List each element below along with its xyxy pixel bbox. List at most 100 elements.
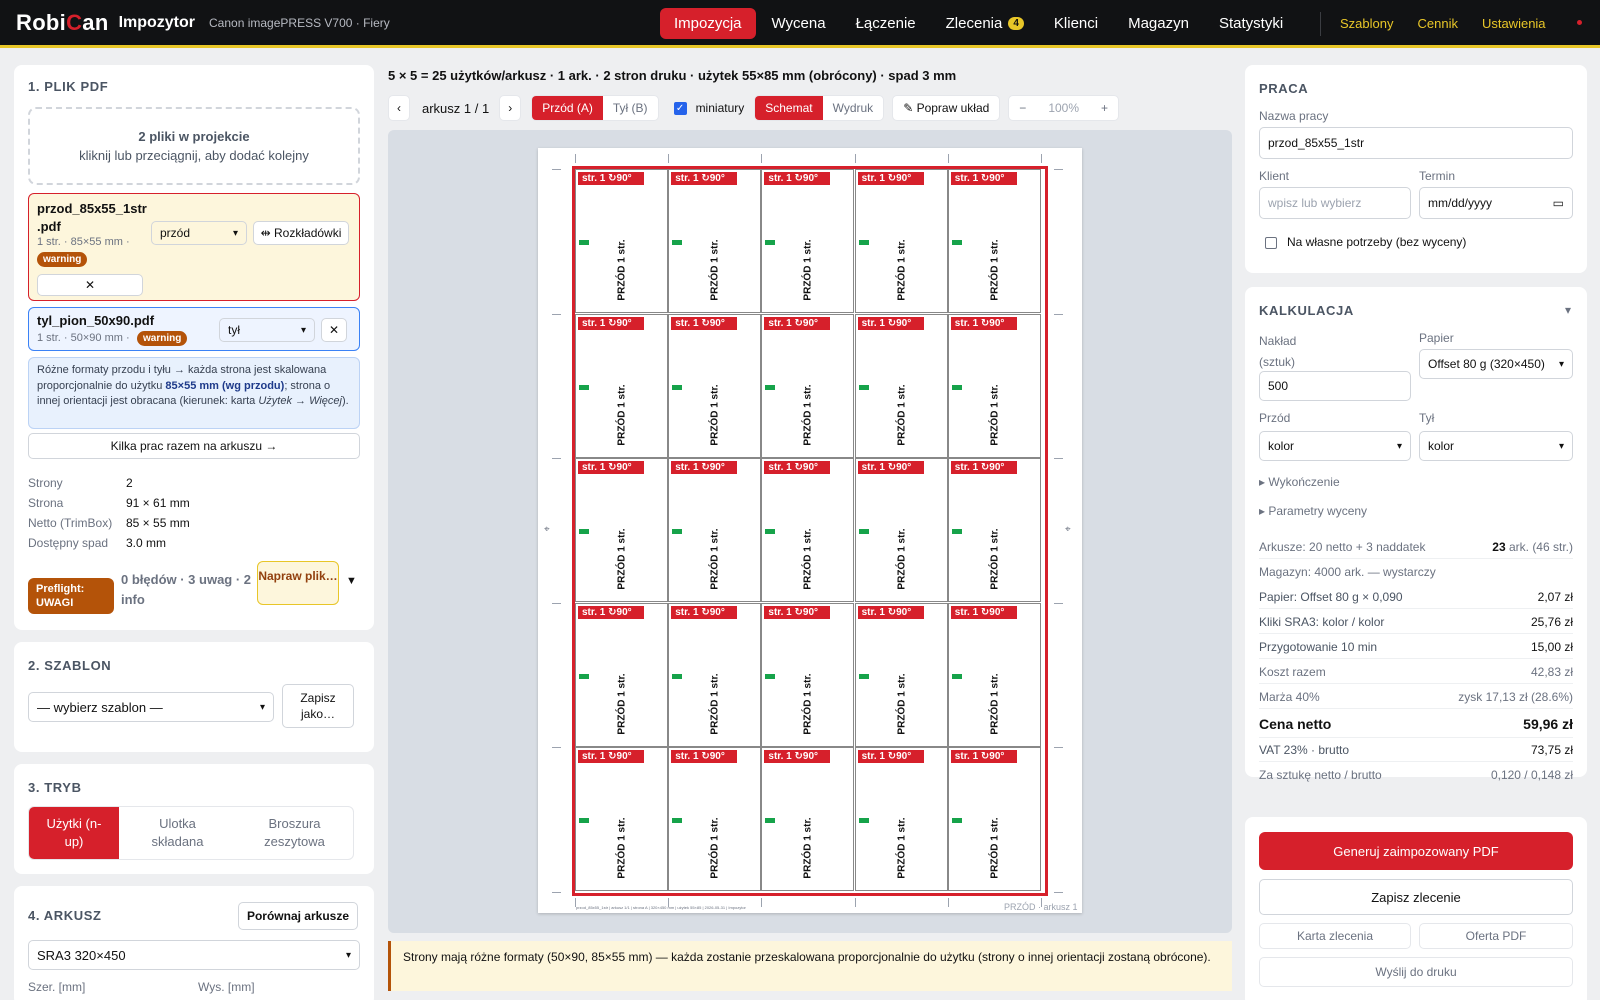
chevron-down-icon[interactable]: ▼ [346, 575, 357, 587]
unit-price-row: Za sztukę netto / brutto 0,120 / 0,148 zł [1259, 768, 1573, 782]
thumbnails-label: miniatury [695, 101, 745, 115]
back-color-value: kolor [1428, 439, 1455, 453]
cost-row: Papier: Offset 80 g × 0,090 2,07 zł [1259, 585, 1573, 609]
remove-file-button[interactable]: ✕ [37, 274, 143, 296]
back-color-select[interactable]: kolor ▾ [1419, 431, 1573, 461]
crop-mark [761, 898, 763, 907]
nav-impozycja[interactable]: Impozycja [660, 8, 756, 39]
job-card-button[interactable]: Karta zlecenia [1259, 923, 1411, 949]
fix-file-button[interactable]: Napraw plik… [257, 561, 339, 605]
cost-row: Koszt razem 42,83 zł [1259, 660, 1573, 684]
crop-mark [552, 602, 561, 604]
zoom-control: − 100% + [1008, 95, 1120, 121]
view-toggle: Schemat Wydruk [754, 95, 885, 121]
job-name-input[interactable]: przod_85x55_1str [1259, 127, 1573, 159]
file-side-select[interactable]: przód ▾ [151, 221, 247, 245]
width-label: Szer. [mm] [28, 980, 86, 994]
nav-ustawienia[interactable]: Ustawienia [1482, 16, 1546, 31]
mode-selector: Użytki (n-up) Ulotka składana Broszura z… [28, 806, 354, 860]
calculation-panel: KALKULACJA ▾ Nakład (sztuk) 500 Papier Of… [1245, 287, 1587, 782]
deadline-label: Termin [1419, 169, 1456, 183]
calendar-icon[interactable]: ▭ [1553, 196, 1564, 210]
section-title-szablon: 2. SZABLON [28, 658, 112, 673]
generate-pdf-button[interactable]: Generuj zaimpozowany PDF [1259, 832, 1573, 870]
logo[interactable]: RobiCan Impozytor Canon imagePRESS V700 … [16, 10, 390, 36]
nav-klienci[interactable]: Klienci [1040, 8, 1112, 39]
status-dot-icon [1577, 20, 1582, 25]
paper-label: Papier [1419, 331, 1454, 345]
save-order-button[interactable]: Zapisz zlecenie [1259, 879, 1573, 915]
offer-pdf-button[interactable]: Oferta PDF [1419, 923, 1573, 949]
nav-szablony[interactable]: Szablony [1340, 16, 1393, 31]
chevron-down-icon: ▾ [300, 324, 306, 336]
nav-statystyki[interactable]: Statystyki [1205, 8, 1297, 39]
file-item-front: przod_85x55_1str .pdf 1 str. · 85×55 mm ·… [28, 193, 360, 301]
finishing-toggle[interactable]: ▸ Wykończenie [1259, 475, 1340, 489]
nav-laczenie[interactable]: Łączenie [842, 8, 930, 39]
crop-mark [1054, 602, 1063, 604]
pricing-params-toggle[interactable]: ▸ Parametry wyceny [1259, 504, 1367, 518]
nav-divider [1320, 12, 1321, 36]
mode-nup[interactable]: Użytki (n-up) [29, 807, 119, 859]
finishing-label: Wykończenie [1268, 475, 1340, 489]
crop-mark [552, 169, 561, 170]
side-front-tab[interactable]: Przód (A) [532, 96, 603, 120]
preflight-summary: 0 błędów · 3 uwag · 2 info [121, 572, 252, 607]
own-use-label: Na własne potrzeby (bez wyceny) [1287, 235, 1467, 249]
save-template-button[interactable]: Zapisz jako… [282, 684, 354, 728]
remove-file-button[interactable]: ✕ [321, 318, 347, 342]
nav-magazyn[interactable]: Magazyn [1114, 8, 1203, 39]
deadline-input[interactable]: mm/dd/yyyy ▭ [1419, 187, 1573, 219]
sheet-size-select[interactable]: SRA3 320×450 ▾ [28, 940, 360, 970]
nav-zlecenia[interactable]: Zlecenia 4 [932, 8, 1038, 39]
preview-toolbar: ‹ arkusz 1 / 1 › Przód (A) Tył (B) ✓ min… [388, 95, 1120, 121]
multi-job-button[interactable]: Kilka prac razem na arkuszu → [28, 433, 360, 459]
crop-mark [947, 154, 949, 163]
chevron-down-icon: ▾ [232, 227, 238, 239]
zoom-in-button[interactable]: + [1091, 96, 1118, 120]
height-label: Wys. [mm] [198, 980, 255, 994]
checkbox-checked-icon[interactable]: ✓ [673, 101, 687, 115]
own-use-checkbox[interactable] [1265, 237, 1277, 249]
mode-leaflet[interactable]: Ulotka składana [119, 807, 236, 859]
file-item-back: tyl_pion_50x90.pdf 1 str. · 50×90 mm · w… [28, 307, 360, 351]
mode-panel: 3. TRYB Użytki (n-up) Ulotka składana Br… [14, 764, 374, 874]
crop-mark [1054, 313, 1063, 315]
fix-layout-button[interactable]: ✎ Popraw układ [892, 95, 1001, 121]
client-input[interactable]: wpisz lub wybierz [1259, 187, 1411, 219]
mode-booklet[interactable]: Broszura zeszytowa [236, 807, 353, 859]
template-select[interactable]: — wybierz szablon — ▾ [28, 692, 274, 722]
chevron-down-icon: ▾ [1396, 440, 1402, 452]
view-print-tab[interactable]: Wydruk [823, 96, 884, 120]
send-to-print-button[interactable]: Wyślij do druku [1259, 957, 1573, 987]
spreads-button[interactable]: ⇹ Rozkładówki [253, 221, 349, 245]
chevron-down-icon[interactable]: ▾ [1565, 303, 1571, 317]
prop-row: Dostępny spad 3.0 mm [28, 536, 167, 550]
side-back-tab[interactable]: Tył (B) [603, 96, 658, 120]
compare-sheets-button[interactable]: Porównaj arkusze [238, 902, 358, 930]
paper-select[interactable]: Offset 80 g (320×450) ▾ [1419, 349, 1573, 379]
zoom-out-button[interactable]: − [1009, 96, 1036, 120]
file-side-select[interactable]: tył ▾ [219, 318, 315, 342]
front-color-label: Przód [1259, 411, 1291, 425]
sheet-panel: 4. ARKUSZ Porównaj arkusze SRA3 320×450 ▾… [14, 886, 374, 1000]
prev-sheet-button[interactable]: ‹ [388, 95, 410, 121]
prop-row: Strona 91 × 61 mm [28, 496, 190, 510]
crop-mark [1041, 898, 1042, 907]
crosshair-icon: ⌖ [544, 524, 550, 535]
nav-wycena[interactable]: Wycena [758, 8, 840, 39]
prop-row: Netto (TrimBox) 85 × 55 mm [28, 516, 190, 530]
format-warning: Strony mają różne formaty (50×90, 85×55 … [388, 941, 1232, 991]
front-color-select[interactable]: kolor ▾ [1259, 431, 1411, 461]
crosshair-icon: ⌖ [1065, 524, 1071, 535]
next-sheet-button[interactable]: › [499, 95, 522, 121]
file-dropzone[interactable]: 2 pliki w projekcie kliknij lub przeciąg… [28, 107, 360, 185]
crop-mark [761, 154, 763, 163]
crop-mark [854, 898, 856, 907]
quantity-input[interactable]: 500 [1259, 371, 1411, 401]
job-name-label: Nazwa pracy [1259, 109, 1329, 123]
crop-mark [552, 747, 561, 749]
nav-cennik[interactable]: Cennik [1417, 16, 1457, 31]
chevron-down-icon: ▾ [1558, 440, 1564, 452]
view-schema-tab[interactable]: Schemat [755, 96, 823, 120]
